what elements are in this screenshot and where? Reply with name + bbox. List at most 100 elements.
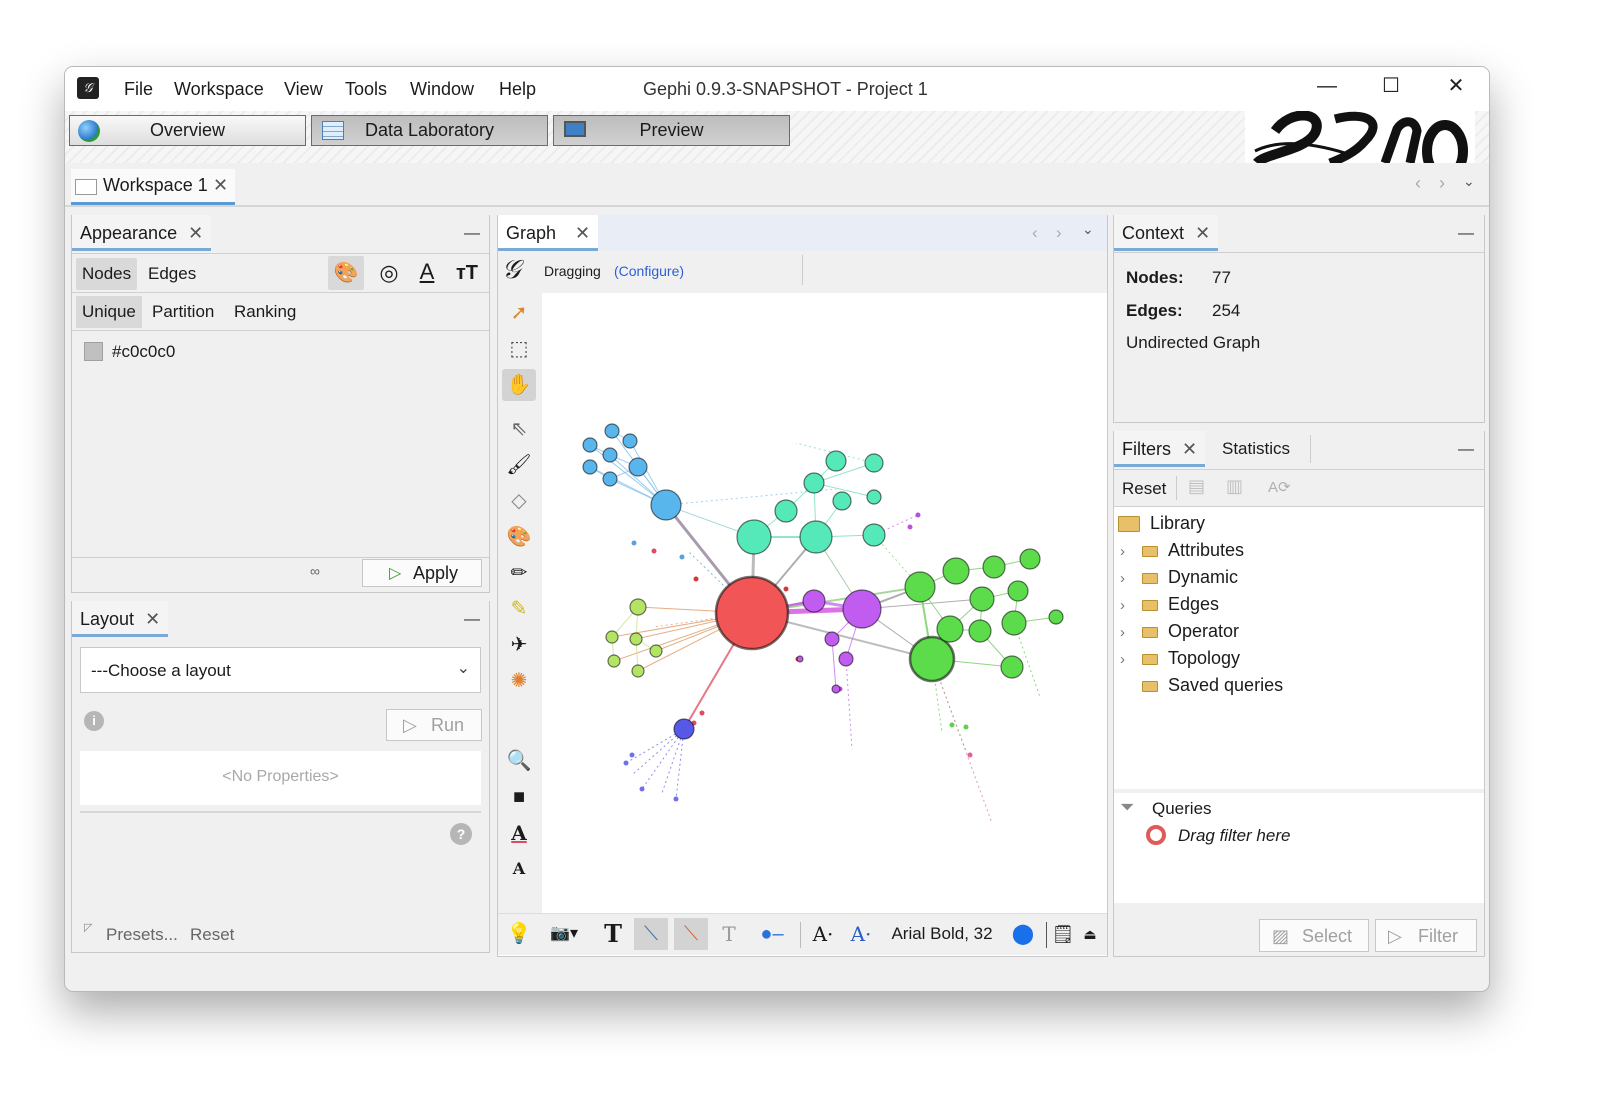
graph-node[interactable] [1001,610,1027,636]
close-layout-icon[interactable]: ✕ [145,609,160,629]
minimize-layout-icon[interactable]: — [464,611,480,629]
brush-icon[interactable]: 🖌 [502,449,536,481]
label-font-icon[interactable]: A [502,853,536,885]
size-icon[interactable]: ◎ [372,256,406,290]
graph-node[interactable] [628,457,648,477]
menu-help[interactable]: Help [499,79,536,100]
painter-icon[interactable]: 🎨 [502,521,536,553]
graph-node[interactable] [824,631,840,647]
graph-node[interactable] [969,586,995,612]
graph-node[interactable] [1048,609,1064,625]
graph-node[interactable] [904,571,936,603]
properties-icon[interactable]: 🗒 [1050,914,1076,954]
graph-node[interactable] [796,655,804,663]
graph-node[interactable] [582,437,598,453]
menu-window[interactable]: Window [410,79,474,100]
menu-file[interactable]: File [124,79,153,100]
graph-node[interactable] [802,589,826,613]
apply-button[interactable]: ▷ Apply [362,559,482,587]
graph-node[interactable] [936,615,964,643]
perspective-overview-button[interactable]: Overview [69,115,306,146]
label-color-icon[interactable]: A [412,256,442,290]
graph-node[interactable] [968,619,992,643]
filter-button[interactable]: ▷ Filter [1375,919,1477,952]
chevron-right-icon[interactable]: › [1120,570,1142,587]
library-node[interactable]: Library [1118,513,1205,537]
filters-reset-button[interactable]: Reset [1122,479,1166,499]
font-size-up-icon[interactable]: A· [846,914,876,954]
sun-icon[interactable]: ✺ [502,665,536,697]
graph-node[interactable] [942,557,970,585]
menu-workspace[interactable]: Workspace [174,79,264,100]
graph-node[interactable] [825,450,847,472]
background-color-icon[interactable]: ■ [502,781,536,813]
graph-node[interactable] [622,433,638,449]
graph-node[interactable] [602,447,618,463]
graph-node[interactable] [736,519,772,555]
close-filters-icon[interactable]: ✕ [1182,439,1197,459]
perspective-data-laboratory-button[interactable]: Data Laboratory [311,115,548,146]
minimize-context-icon[interactable]: — [1458,225,1474,243]
node-size-icon[interactable]: ●– [754,914,790,954]
highlighter-icon[interactable]: ✎ [502,593,536,625]
scroll-left-icon[interactable]: ‹ [1415,173,1421,194]
drag-filter-hint[interactable]: Drag filter here [1178,826,1290,846]
graph-node[interactable] [838,651,854,667]
minimize-filters-icon[interactable]: — [1458,441,1474,459]
scroll-right-icon[interactable]: › [1439,173,1445,194]
unique-tab[interactable]: Unique [76,296,142,328]
graph-node[interactable] [1007,580,1029,602]
graph-node[interactable] [831,684,841,694]
library-item-edges[interactable]: › Edges [1120,594,1219,618]
graph-node[interactable] [864,453,884,473]
airplane-icon[interactable]: ✈ [502,629,536,661]
layout-tab[interactable]: Layout ✕ [72,601,169,637]
graph-node[interactable] [582,459,598,475]
info-icon[interactable]: i [84,711,104,731]
rectangle-select-icon[interactable]: ⬚ [502,333,536,365]
font-label[interactable]: Arial Bold, 32 [886,914,998,954]
perspective-preview-button[interactable]: Preview [553,115,790,146]
run-button[interactable]: ▷ Run [386,709,482,741]
export-icon[interactable]: ▤ [1188,476,1205,497]
graph-node[interactable] [866,489,882,505]
maximize-button[interactable]: ☐ [1371,73,1411,98]
auto-refresh-icon[interactable]: A⟳ [1268,478,1291,496]
close-workspace-icon[interactable]: ✕ [213,175,228,196]
edit-pointer-icon[interactable]: ⇖ [502,413,536,445]
graph-node[interactable] [602,471,618,487]
close-context-icon[interactable]: ✕ [1195,223,1210,243]
graph-node[interactable] [1000,655,1024,679]
minimize-appearance-icon[interactable]: — [464,225,480,243]
graph-node[interactable] [1019,548,1041,570]
graph-node[interactable] [604,423,620,439]
layout-reset-button[interactable]: Reset [190,925,234,945]
nodes-tab[interactable]: Nodes [76,258,138,290]
chevron-right-icon[interactable]: › [1120,597,1142,614]
graph-node[interactable] [605,630,619,644]
library-item-attributes[interactable]: › Attributes [1120,540,1244,564]
graph-node[interactable] [673,718,695,740]
configure-link[interactable]: (Configure) [614,263,684,279]
graph-scroll-right-icon[interactable]: › [1056,223,1062,243]
graph-node[interactable] [842,589,882,629]
context-tab[interactable]: Context ✕ [1114,215,1219,251]
graph-node[interactable] [803,472,825,494]
label-font-color-icon[interactable]: A [502,817,536,849]
filters-tab[interactable]: Filters ✕ [1114,431,1206,467]
show-edges-icon[interactable]: ⟍ [634,918,668,950]
close-appearance-icon[interactable]: ✕ [188,223,203,243]
graph-scroll-left-icon[interactable]: ‹ [1032,223,1038,243]
graph-node[interactable] [799,520,833,554]
graph-node[interactable] [607,654,621,668]
workspace-1-tab[interactable]: Workspace 1 ✕ [71,169,235,205]
graph-node[interactable] [631,664,645,678]
help-icon[interactable]: ? [450,823,472,845]
chain-icon[interactable]: ∞ [310,563,320,579]
presets-button[interactable]: Presets... [106,925,178,945]
eject-icon[interactable]: ⏏ [1078,914,1102,954]
library-item-operator[interactable]: › Operator [1120,621,1239,645]
screenshot-icon[interactable]: 📷▾ [542,914,586,954]
minimize-button[interactable]: — [1307,75,1347,98]
library-item-topology[interactable]: › Topology [1120,648,1240,672]
